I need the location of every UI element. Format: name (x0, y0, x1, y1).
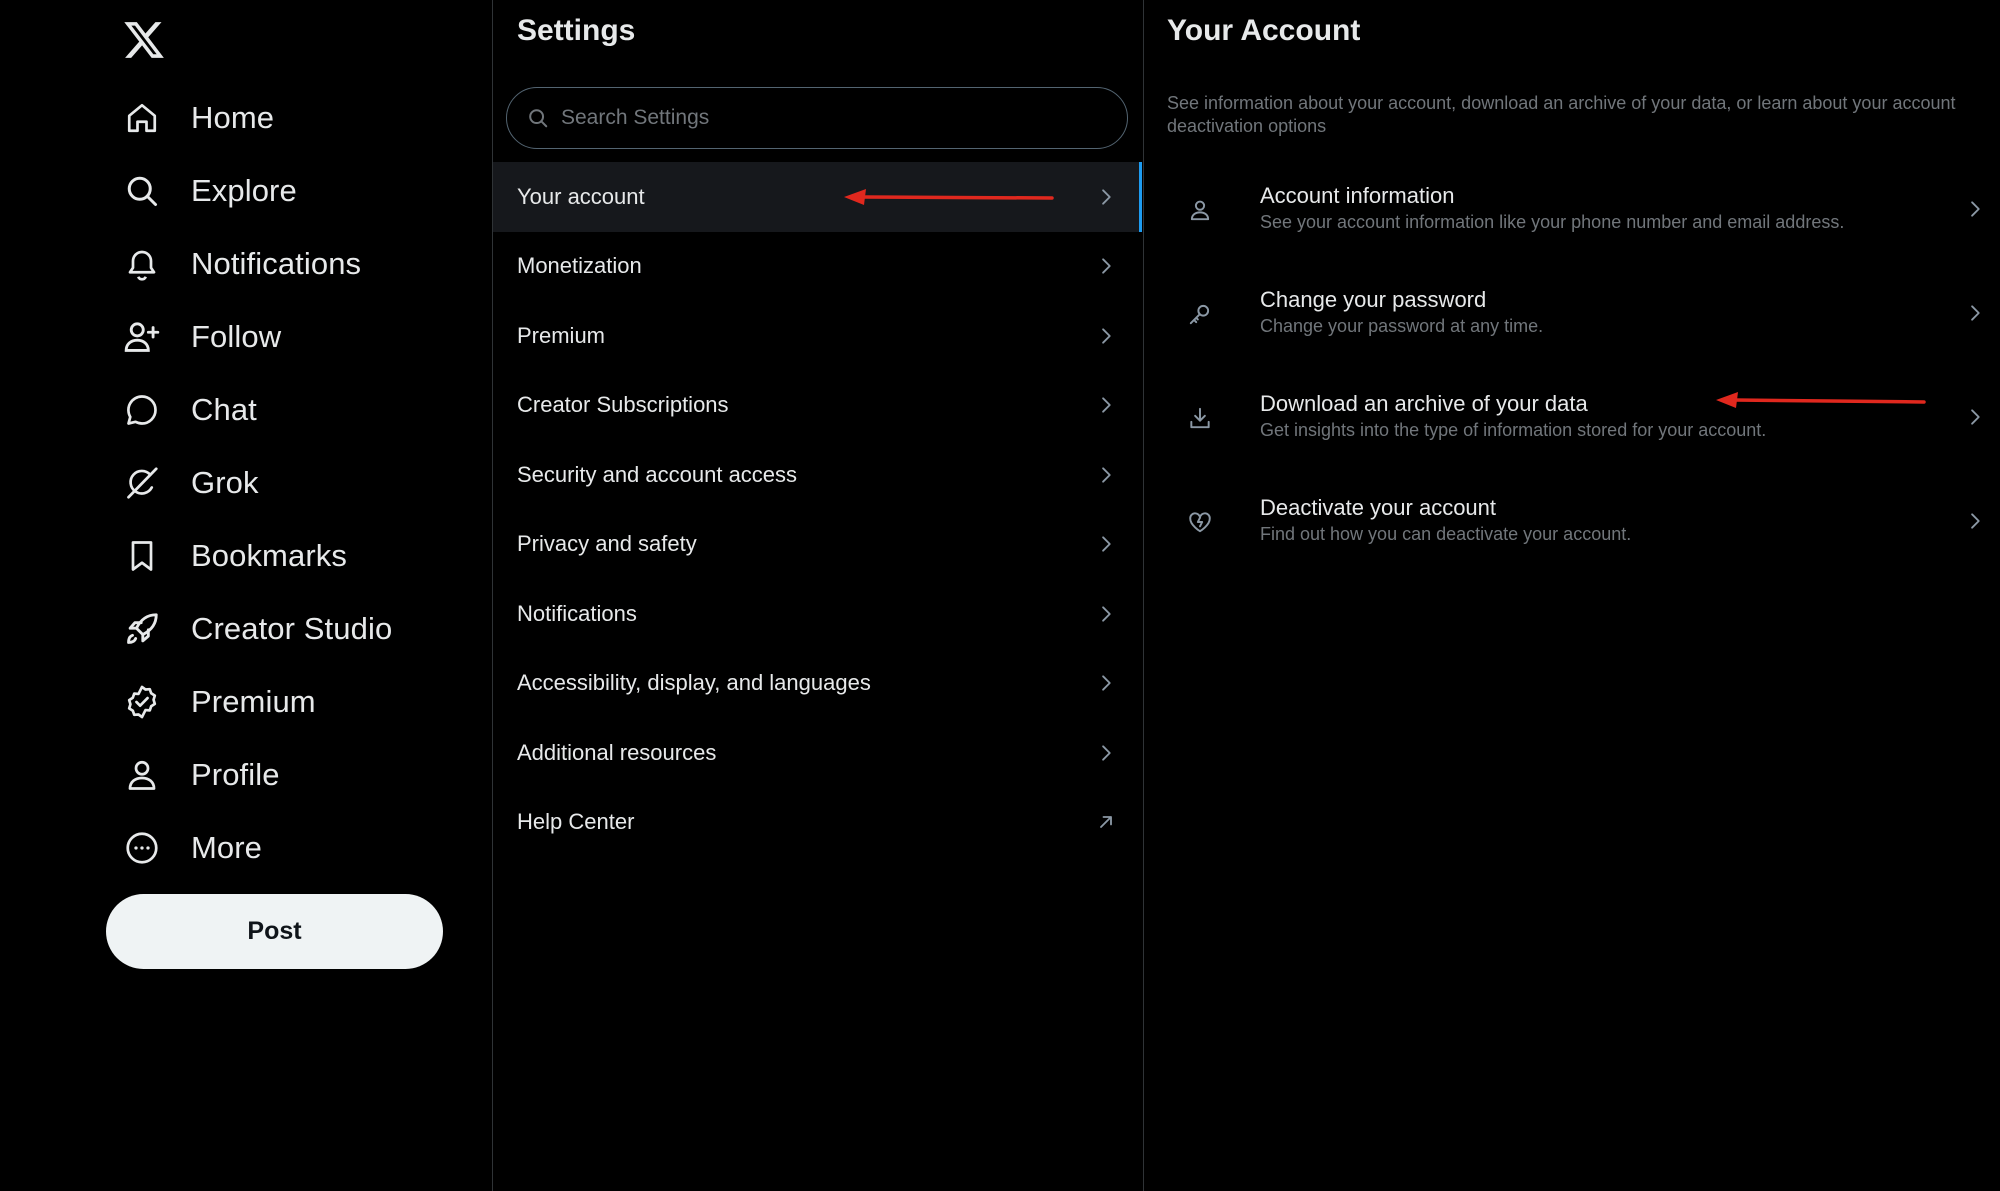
chevron-right-icon (1096, 534, 1116, 554)
nav-item-home[interactable]: Home (122, 90, 274, 146)
nav-item-bookmarks[interactable]: Bookmarks (122, 528, 347, 584)
nav-item-premium[interactable]: Premium (122, 674, 316, 730)
person-plus-icon (122, 317, 162, 357)
account-item-deactivate[interactable]: Deactivate your account Find out how you… (1144, 469, 2000, 573)
verified-badge-icon (122, 682, 162, 722)
nav-label: Home (191, 100, 275, 135)
nav-item-grok[interactable]: Grok (122, 455, 259, 511)
home-icon (122, 98, 162, 138)
account-item-title: Change your password (1260, 287, 1487, 312)
more-circle-icon (122, 828, 162, 868)
account-item-title: Download an archive of your data (1260, 391, 1588, 416)
nav-label: Premium (191, 684, 316, 719)
nav-item-chat[interactable]: Chat (122, 382, 257, 438)
account-description: See information about your account, down… (1167, 93, 1956, 136)
account-item-subtitle: Change your password at any time. (1260, 316, 1544, 336)
settings-item-label: Additional resources (517, 740, 717, 765)
settings-item-creator-subscriptions[interactable]: Creator Subscriptions (493, 370, 1142, 440)
settings-item-label: Creator Subscriptions (517, 392, 729, 417)
account-item-title: Deactivate your account (1260, 495, 1497, 520)
nav-item-explore[interactable]: Explore (122, 163, 297, 219)
settings-title: Settings (517, 14, 636, 47)
chevron-right-icon (1096, 395, 1116, 415)
nav-item-notifications[interactable]: Notifications (122, 236, 361, 292)
settings-item-label: Security and account access (517, 462, 798, 487)
external-link-arrow-icon (1096, 812, 1116, 832)
bookmark-icon (122, 536, 162, 576)
chevron-right-icon (1096, 326, 1116, 346)
primary-nav: Home Explore Notifications Follow Chat G… (0, 0, 492, 1191)
account-item-title: Account information (1260, 183, 1455, 208)
person-icon (122, 755, 162, 795)
chevron-right-icon (1096, 187, 1116, 207)
account-item-information[interactable]: Account information See your account inf… (1144, 157, 2000, 261)
settings-item-monetization[interactable]: Monetization (493, 231, 1142, 301)
account-item-download-archive[interactable]: Download an archive of your data Get ins… (1144, 365, 2000, 469)
person-icon (1187, 197, 1213, 223)
settings-item-label: Premium (517, 323, 606, 348)
your-account-column: Your Account See information about your … (1144, 0, 2000, 1191)
settings-item-notifications[interactable]: Notifications (493, 579, 1142, 649)
chat-bubble-icon (122, 390, 162, 430)
nav-label: Creator Studio (191, 611, 393, 646)
annotation-arrow (1716, 392, 1926, 408)
settings-item-label: Privacy and safety (517, 531, 697, 556)
annotation-arrow (844, 189, 1054, 205)
post-button[interactable]: Post (106, 894, 443, 969)
nav-label: Explore (191, 173, 297, 208)
chevron-right-icon (1096, 673, 1116, 693)
account-item-change-password[interactable]: Change your password Change your passwor… (1144, 261, 2000, 365)
chevron-right-icon (1965, 303, 1985, 323)
search-icon (527, 107, 549, 129)
account-title: Your Account (1167, 14, 1361, 47)
nav-item-profile[interactable]: Profile (122, 747, 280, 803)
nav-label: Follow (191, 319, 282, 354)
settings-column: Settings Your account Monetization Premi… (493, 0, 1143, 1191)
search-settings-input[interactable] (559, 105, 1127, 131)
settings-item-accessibility[interactable]: Accessibility, display, and languages (493, 648, 1142, 718)
search-settings-box[interactable] (506, 87, 1128, 149)
chevron-right-icon (1965, 511, 1985, 531)
nav-label: Notifications (191, 246, 362, 281)
account-item-subtitle: Find out how you can deactivate your acc… (1260, 524, 1632, 544)
nav-label: Bookmarks (191, 538, 347, 573)
nav-label: More (191, 830, 263, 865)
grok-icon (122, 463, 162, 503)
chevron-right-icon (1096, 604, 1116, 624)
chevron-right-icon (1096, 743, 1116, 763)
rocket-icon (122, 609, 162, 649)
key-icon (1187, 301, 1213, 327)
settings-item-label: Accessibility, display, and languages (517, 670, 871, 695)
nav-label: Profile (191, 757, 280, 792)
nav-item-follow[interactable]: Follow (122, 309, 281, 365)
search-icon (122, 171, 162, 211)
download-icon (1187, 405, 1213, 431)
x-logo-icon[interactable] (122, 18, 166, 62)
settings-item-label: Notifications (517, 601, 637, 626)
nav-label: Grok (191, 465, 259, 500)
nav-item-creator-studio[interactable]: Creator Studio (122, 601, 392, 657)
settings-item-premium[interactable]: Premium (493, 301, 1142, 371)
chevron-right-icon (1096, 256, 1116, 276)
account-item-subtitle: Get insights into the type of informatio… (1260, 420, 1767, 440)
chevron-right-icon (1965, 407, 1985, 427)
nav-label: Chat (191, 392, 257, 427)
settings-item-label: Your account (517, 184, 645, 209)
settings-item-label: Help Center (517, 809, 635, 834)
chevron-right-icon (1096, 465, 1116, 485)
settings-item-help-center[interactable]: Help Center (493, 787, 1142, 857)
nav-item-more[interactable]: More (122, 820, 262, 876)
settings-item-privacy[interactable]: Privacy and safety (493, 509, 1142, 579)
settings-item-label: Monetization (517, 253, 642, 278)
bell-icon (122, 244, 162, 284)
chevron-right-icon (1965, 199, 1985, 219)
account-item-subtitle: See your account information like your p… (1260, 212, 1845, 232)
settings-item-security[interactable]: Security and account access (493, 440, 1142, 510)
broken-heart-icon (1187, 509, 1213, 535)
settings-item-additional-resources[interactable]: Additional resources (493, 718, 1142, 788)
